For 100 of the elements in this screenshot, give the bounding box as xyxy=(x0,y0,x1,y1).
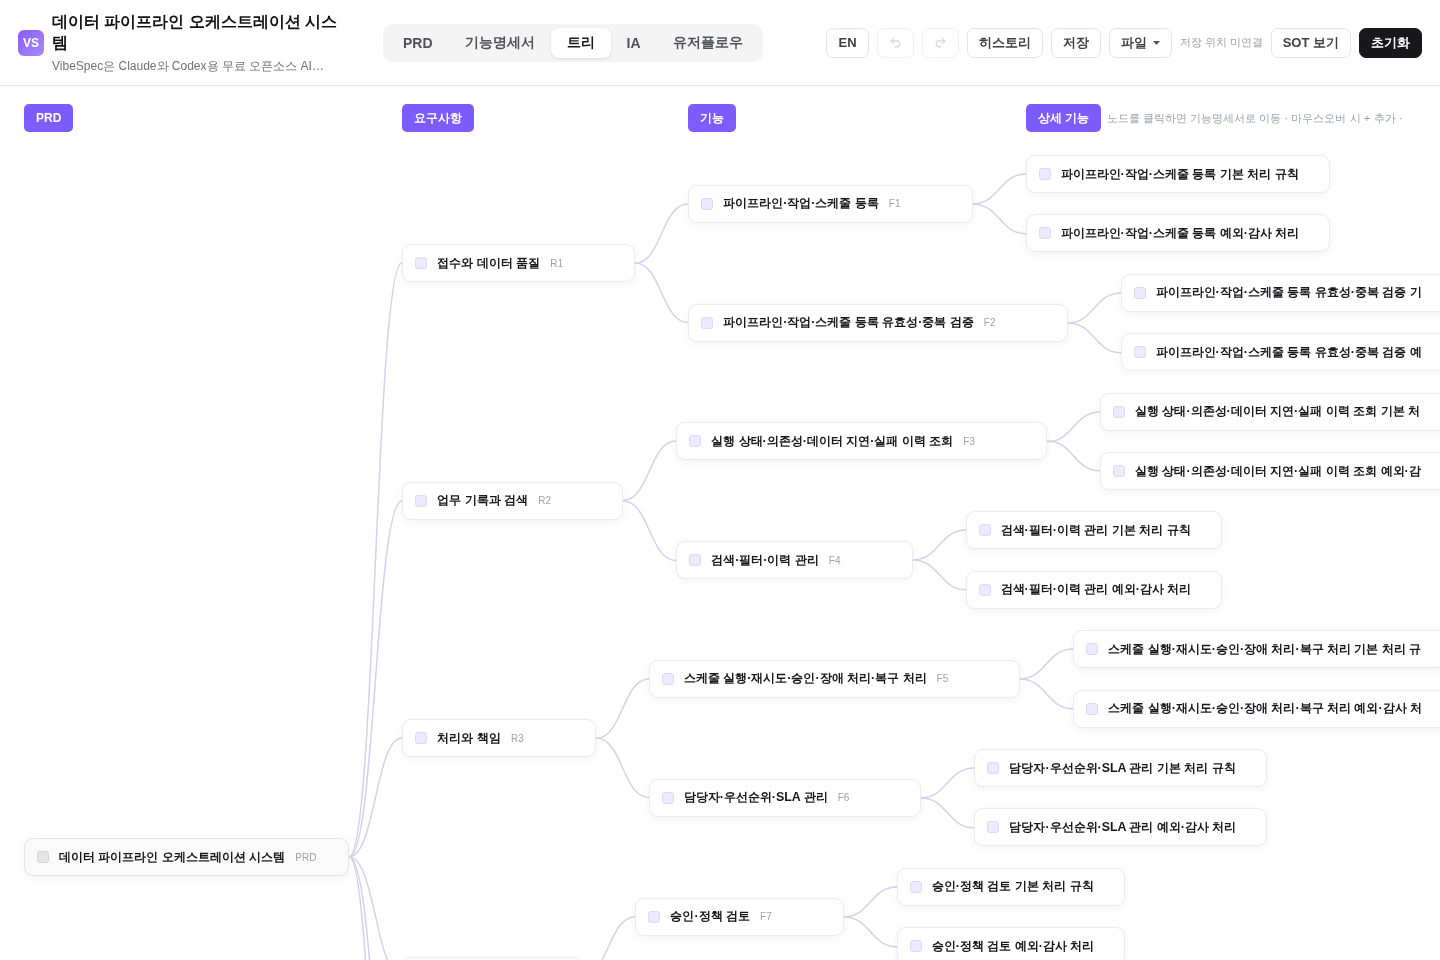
node-checkbox[interactable] xyxy=(1133,286,1146,299)
tree-node[interactable]: 업무 기록과 검색 R2 xyxy=(402,481,624,520)
node-tag: F2 xyxy=(983,317,996,328)
node-label: 실행 상태·의존성·데이터 지연·실패 이력 조회 xyxy=(711,432,954,450)
node-checkbox[interactable] xyxy=(1112,465,1125,477)
node-checkbox[interactable] xyxy=(1133,346,1146,359)
node-label: 파이프라인·작업·스케줄 등록 예외·감사 처리 xyxy=(1060,224,1300,242)
tab[interactable]: 트리 xyxy=(550,27,611,58)
tree-node[interactable]: 담당자·우선순위·SLA 관리 기본 처리 규칙 xyxy=(974,749,1267,787)
toolbar-button[interactable]: SOT 보기 xyxy=(1270,27,1351,58)
tree-node[interactable]: 담당자·우선순위·SLA 관리 F6 xyxy=(648,778,922,817)
tree-node[interactable]: 검색·필터·이력 관리 F4 xyxy=(676,541,913,580)
connector-line xyxy=(1066,321,1122,353)
node-checkbox[interactable] xyxy=(1086,702,1099,715)
tab[interactable]: IA xyxy=(610,27,657,58)
node-checkbox[interactable] xyxy=(1112,405,1125,418)
tab[interactable]: 기능명세서 xyxy=(448,27,551,58)
undo-icon xyxy=(888,36,902,49)
column-header: 기능 xyxy=(688,104,737,133)
save-status-text: 저장 위치 미연결 xyxy=(1179,35,1263,50)
node-label: 데이터 파이프라인 오케스트레이션 시스템 xyxy=(59,848,286,866)
hint-text: 노드를 클릭하면 기능명세서로 이동 · 마우스오버 시 + 추가 · xyxy=(1106,110,1403,126)
tree-node[interactable]: 파이프라인·작업·스케줄 등록 유효성·중복 검증 F2 xyxy=(688,303,1068,342)
connector-line xyxy=(842,915,898,947)
node-checkbox[interactable] xyxy=(415,494,428,507)
tree-node[interactable]: 검색·필터·이력 관리 예외·감사 처리 xyxy=(965,570,1223,609)
node-checkbox[interactable] xyxy=(37,851,49,863)
node-checkbox[interactable] xyxy=(987,762,1000,774)
node-label: 처리와 책임 xyxy=(437,729,501,747)
toolbar-button[interactable]: EN xyxy=(826,27,869,58)
tree-node[interactable]: 접수와 데이터 품질 R1 xyxy=(402,244,636,283)
node-checkbox[interactable] xyxy=(909,940,922,953)
node-label: 검색·필터·이력 관리 xyxy=(711,551,819,569)
node-tag: F1 xyxy=(888,198,901,210)
tree-node[interactable]: 승인·정책 검토 예외·감사 처리 xyxy=(896,927,1126,960)
tree-node[interactable]: 승인·정책 검토 F7 xyxy=(635,897,844,936)
tree-node[interactable]: 파이프라인·작업·스케줄 등록 유효성·중복 검증 예 xyxy=(1120,333,1440,372)
node-label: 담당자·우선순위·SLA 관리 예외·감사 처리 xyxy=(1009,818,1237,836)
node-label: 실행 상태·의존성·데이터 지연·실패 이력 조회 기본 처 xyxy=(1134,403,1420,421)
connector-line xyxy=(971,202,1027,235)
menu-button[interactable]: 파일 xyxy=(1108,27,1172,58)
node-tag: R2 xyxy=(538,495,552,507)
node-label: 파이프라인·작업·스케줄 등록 유효성·중복 검증 xyxy=(723,314,974,331)
node-checkbox[interactable] xyxy=(661,672,674,685)
tree-node[interactable]: 파이프라인·작업·스케줄 등록 F1 xyxy=(688,184,973,223)
tree-node[interactable]: 실행 상태·의존성·데이터 지연·실패 이력 조회 기본 처 xyxy=(1099,392,1440,431)
connector-line xyxy=(622,440,677,502)
project-title: 데이터 파이프라인 오케스트레이션 시스템 xyxy=(52,11,338,53)
tree-node[interactable]: 파이프라인·작업·스케줄 등록 기본 처리 규칙 xyxy=(1025,155,1330,194)
node-checkbox[interactable] xyxy=(1038,227,1051,240)
node-label: 검색·필터·이력 관리 예외·감사 처리 xyxy=(1000,581,1192,599)
node-tag: F3 xyxy=(963,435,975,447)
node-checkbox[interactable] xyxy=(978,524,991,537)
tab[interactable]: 유저플로우 xyxy=(656,27,759,58)
tree-node[interactable]: 검색·필터·이력 관리 기본 처리 규칙 xyxy=(965,511,1222,550)
node-label: 스케줄 실행·재시도·승인·장애 처리·복구 처리 예외·감사 처 xyxy=(1108,700,1423,718)
tree-node[interactable]: 파이프라인·작업·스케줄 등록 예외·감사 처리 xyxy=(1025,214,1331,253)
tree-node[interactable]: 실행 상태·의존성·데이터 지연·실패 이력 조회 F3 xyxy=(676,422,1047,461)
connector-line xyxy=(634,202,689,264)
tree-node[interactable]: 스케줄 실행·재시도·승인·장애 처리·복구 처리 F5 xyxy=(648,659,1021,698)
node-checkbox[interactable] xyxy=(1038,168,1051,181)
node-tag: F4 xyxy=(828,554,841,566)
connector-line xyxy=(1046,440,1101,472)
node-checkbox[interactable] xyxy=(689,554,702,567)
tree-node[interactable]: 스케줄 실행·재시도·승인·장애 처리·복구 처리 예외·감사 처 xyxy=(1073,689,1440,728)
node-checkbox[interactable] xyxy=(1086,643,1099,656)
tree-node[interactable]: 데이터 파이프라인 오케스트레이션 시스템 PRD xyxy=(24,838,350,876)
node-label: 파이프라인·작업·스케줄 등록 유효성·중복 검증 기 xyxy=(1155,284,1422,302)
node-label: 스케줄 실행·재시도·승인·장애 처리·복구 처리 기본 처리 규 xyxy=(1108,640,1422,658)
tree-node[interactable]: 승인·정책 검토 기본 처리 규칙 xyxy=(896,867,1125,906)
node-label: 검색·필터·이력 관리 기본 처리 규칙 xyxy=(1000,521,1191,539)
connector-line xyxy=(622,499,677,561)
node-checkbox[interactable] xyxy=(978,583,991,596)
caret-icon xyxy=(1152,40,1160,45)
node-checkbox[interactable] xyxy=(415,257,428,270)
tree-node[interactable]: 처리와 책임 R3 xyxy=(402,719,596,758)
tree-node[interactable]: 파이프라인·작업·스케줄 등록 유효성·중복 검증 기 xyxy=(1120,273,1440,312)
node-checkbox[interactable] xyxy=(701,197,714,210)
toolbar-button[interactable]: 히스토리 xyxy=(966,27,1043,58)
node-checkbox[interactable] xyxy=(661,791,674,804)
node-label: 스케줄 실행·재시도·승인·장애 처리·복구 처리 xyxy=(683,670,927,688)
node-checkbox[interactable] xyxy=(909,880,922,893)
tree-node[interactable]: 스케줄 실행·재시도·승인·장애 처리·복구 처리 기본 처리 규 xyxy=(1073,630,1440,669)
node-label: 파이프라인·작업·스케줄 등록 xyxy=(723,195,879,213)
node-label: 승인·정책 검토 xyxy=(670,908,751,925)
node-checkbox[interactable] xyxy=(701,316,714,329)
node-checkbox[interactable] xyxy=(415,732,428,745)
node-tag: R1 xyxy=(550,257,564,269)
tree-node[interactable]: 담당자·우선순위·SLA 관리 예외·감사 처리 xyxy=(974,808,1268,847)
column-header: PRD xyxy=(24,104,74,132)
node-checkbox[interactable] xyxy=(987,821,1000,834)
connector-line xyxy=(594,737,650,799)
tree-node[interactable]: 실행 상태·의존성·데이터 지연·실패 이력 조회 예외·감 xyxy=(1099,452,1440,490)
node-checkbox[interactable] xyxy=(648,910,661,923)
node-checkbox[interactable] xyxy=(689,435,702,448)
node-tag: PRD xyxy=(295,851,317,863)
connector-line xyxy=(1019,678,1074,710)
toolbar-button[interactable]: 저장 xyxy=(1050,27,1101,58)
tab[interactable]: PRD xyxy=(387,27,449,58)
reset-button[interactable]: 초기화 xyxy=(1359,27,1422,58)
